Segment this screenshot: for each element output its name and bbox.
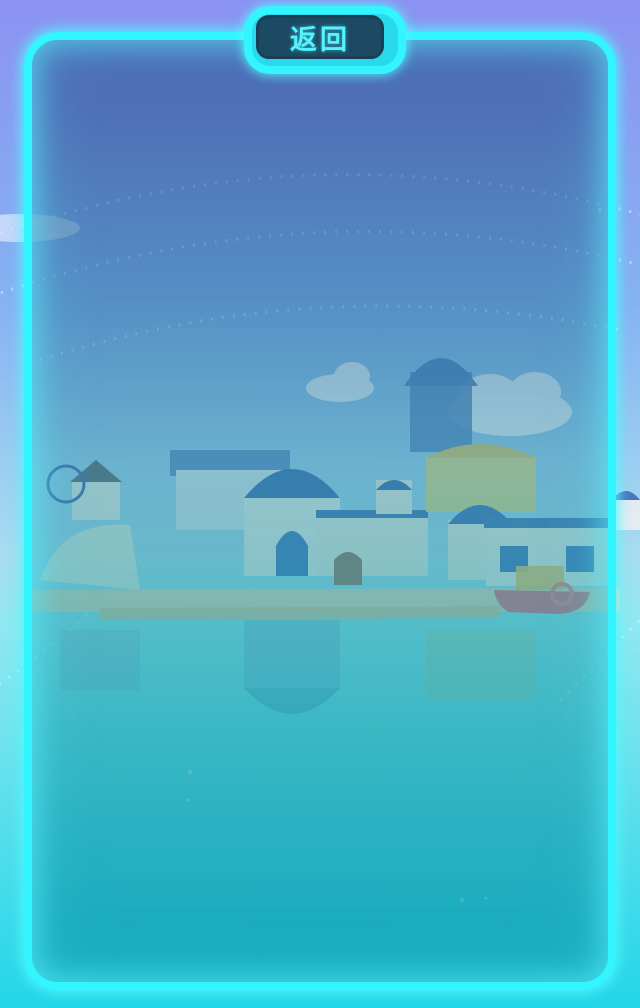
- game-panel-frame: [24, 32, 616, 990]
- frame-inner-glow: [32, 40, 608, 982]
- back-button-label: 返回: [290, 24, 350, 56]
- back-button[interactable]: 返回: [256, 15, 384, 59]
